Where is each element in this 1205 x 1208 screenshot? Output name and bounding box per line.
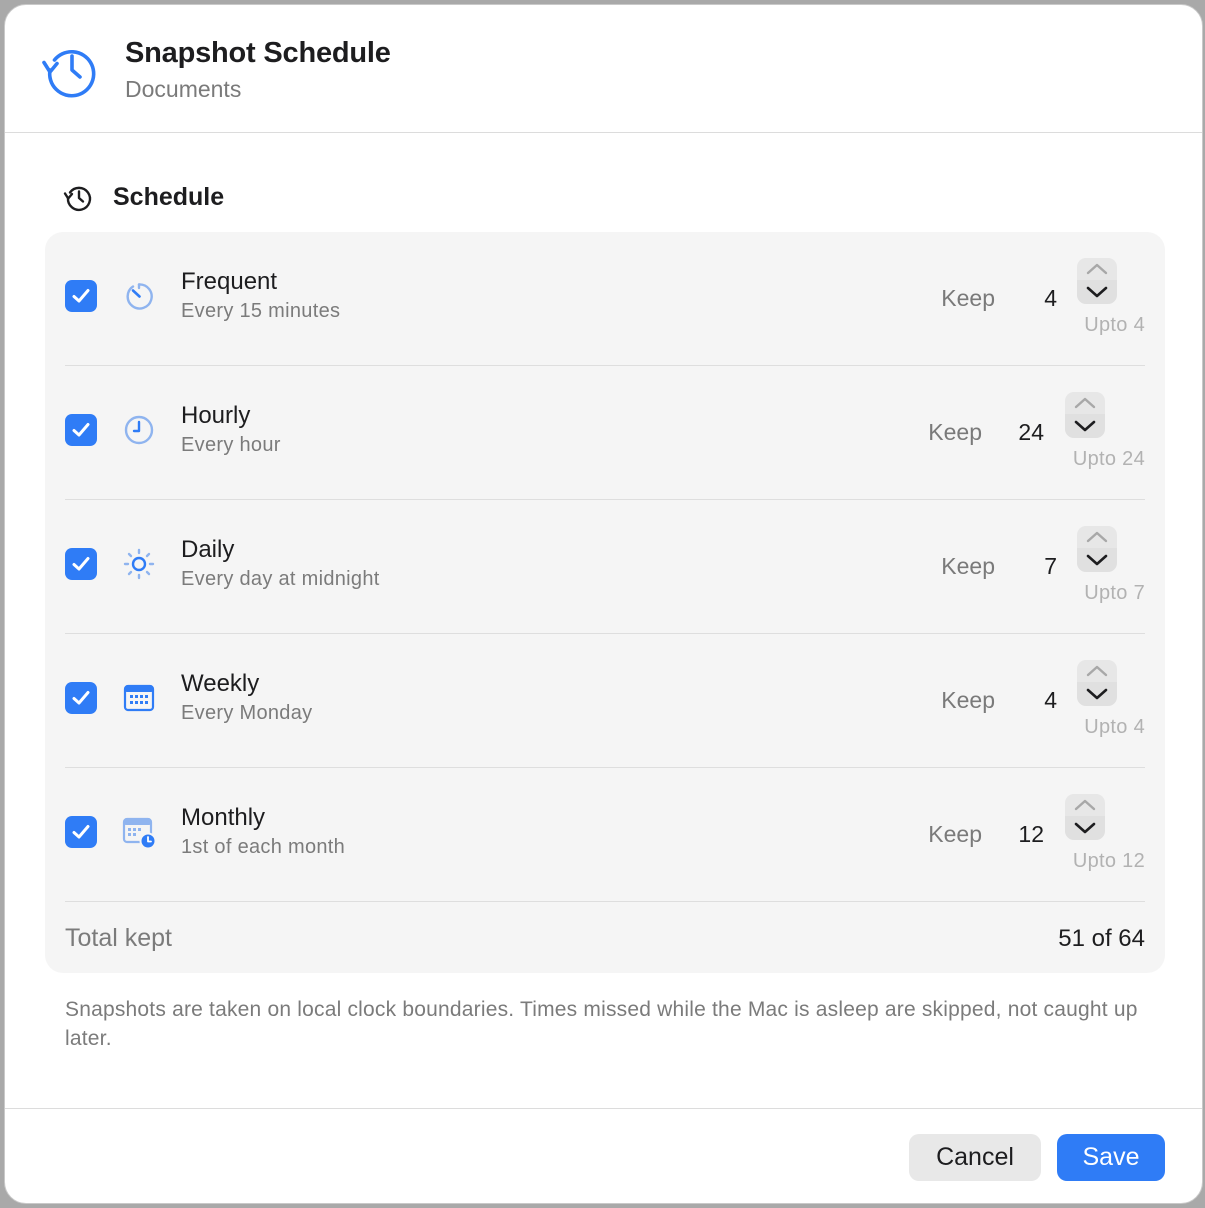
keep-value[interactable]: 12: [1018, 821, 1044, 848]
schedule-row-hourly: Hourly Every hour Keep 24 Upto 24: [65, 366, 1145, 500]
clock-history-icon: [42, 49, 96, 98]
increment-button[interactable]: [1065, 794, 1105, 816]
increment-button[interactable]: [1077, 526, 1117, 548]
keep-value[interactable]: 4: [1044, 285, 1057, 312]
chevron-up-icon: [1074, 397, 1096, 409]
row-description: Every Monday: [181, 702, 313, 724]
total-kept-label: Total kept: [65, 924, 173, 952]
row-description: Every 15 minutes: [181, 300, 341, 322]
schedule-panel: Frequent Every 15 minutes Keep 4 Upto 4: [45, 232, 1165, 973]
upto-limit: Upto 4: [1084, 314, 1145, 336]
row-description: 1st of each month: [181, 836, 346, 858]
hourly-checkbox[interactable]: [65, 414, 97, 446]
row-name: Frequent: [181, 268, 278, 295]
keep-label: Keep: [941, 687, 995, 713]
keep-value[interactable]: 7: [1044, 553, 1057, 580]
chevron-down-icon: [1086, 286, 1108, 298]
checkmark-icon: [72, 691, 90, 705]
schedule-row-weekly: Weekly Every Monday Keep 4 Upto 4: [65, 634, 1145, 768]
keep-stepper: [1077, 258, 1117, 306]
frequent-checkbox[interactable]: [65, 280, 97, 312]
keep-stepper: [1065, 392, 1105, 440]
save-button[interactable]: Save: [1057, 1134, 1165, 1181]
keep-value[interactable]: 4: [1044, 687, 1057, 714]
decrement-button[interactable]: [1065, 816, 1105, 840]
checkmark-icon: [72, 557, 90, 571]
schedule-row-monthly: Monthly 1st of each month Keep 12 Upto 1…: [65, 768, 1145, 902]
row-description: Every hour: [181, 434, 281, 456]
increment-button[interactable]: [1077, 258, 1117, 280]
keep-label: Keep: [928, 419, 982, 445]
row-description: Every day at midnight: [181, 568, 380, 590]
dialog-subtitle: Documents: [125, 76, 242, 102]
decrement-button[interactable]: [1077, 280, 1117, 304]
daily-checkbox[interactable]: [65, 548, 97, 580]
upto-limit: Upto 12: [1072, 850, 1145, 872]
timer-icon: [126, 283, 153, 310]
keep-label: Keep: [941, 285, 995, 311]
keep-stepper: [1065, 794, 1105, 842]
checkmark-icon: [72, 289, 90, 303]
upto-limit: Upto 24: [1072, 448, 1145, 470]
dialog-footer: Cancel Save: [5, 1108, 1202, 1203]
schedule-row-frequent: Frequent Every 15 minutes Keep 4 Upto 4: [65, 232, 1145, 366]
cancel-button[interactable]: Cancel: [909, 1134, 1041, 1181]
row-name: Monthly: [181, 804, 266, 831]
keep-label: Keep: [941, 553, 995, 579]
chevron-up-icon: [1086, 665, 1108, 677]
clock-icon: [124, 415, 154, 445]
checkmark-icon: [72, 825, 90, 839]
calendar-clock-icon: [122, 817, 157, 850]
decrement-button[interactable]: [1077, 682, 1117, 706]
snapshot-schedule-dialog: Snapshot Schedule Documents Schedule Fre…: [4, 4, 1203, 1204]
chevron-down-icon: [1086, 688, 1108, 700]
upto-limit: Upto 4: [1084, 716, 1145, 738]
calendar-icon: [123, 684, 155, 712]
increment-button[interactable]: [1077, 660, 1117, 682]
dialog-header: Snapshot Schedule Documents: [5, 5, 1202, 133]
row-name: Hourly: [181, 402, 251, 429]
chevron-down-icon: [1074, 420, 1096, 432]
chevron-up-icon: [1086, 263, 1108, 275]
keep-stepper: [1077, 660, 1117, 708]
keep-value[interactable]: 24: [1018, 419, 1044, 446]
section-title: Schedule: [113, 183, 225, 211]
schedule-row-daily: Daily Every day at midnight Keep 7 Upto …: [65, 500, 1145, 634]
schedule-note: Snapshots are taken on local clock bound…: [65, 998, 1138, 1050]
monthly-checkbox[interactable]: [65, 816, 97, 848]
keep-label: Keep: [928, 821, 982, 847]
keep-stepper: [1077, 526, 1117, 574]
chevron-down-icon: [1086, 554, 1108, 566]
decrement-button[interactable]: [1077, 548, 1117, 572]
dialog-title: Snapshot Schedule: [125, 37, 391, 69]
sun-icon: [123, 548, 155, 580]
increment-button[interactable]: [1065, 392, 1105, 414]
row-name: Daily: [181, 536, 235, 563]
total-kept-value: 51 of 64: [1058, 925, 1145, 952]
chevron-up-icon: [1086, 531, 1108, 543]
history-icon: [63, 186, 92, 212]
upto-limit: Upto 7: [1084, 582, 1145, 604]
decrement-button[interactable]: [1065, 414, 1105, 438]
checkmark-icon: [72, 423, 90, 437]
weekly-checkbox[interactable]: [65, 682, 97, 714]
row-name: Weekly: [181, 670, 260, 697]
chevron-down-icon: [1074, 822, 1096, 834]
chevron-up-icon: [1074, 799, 1096, 811]
